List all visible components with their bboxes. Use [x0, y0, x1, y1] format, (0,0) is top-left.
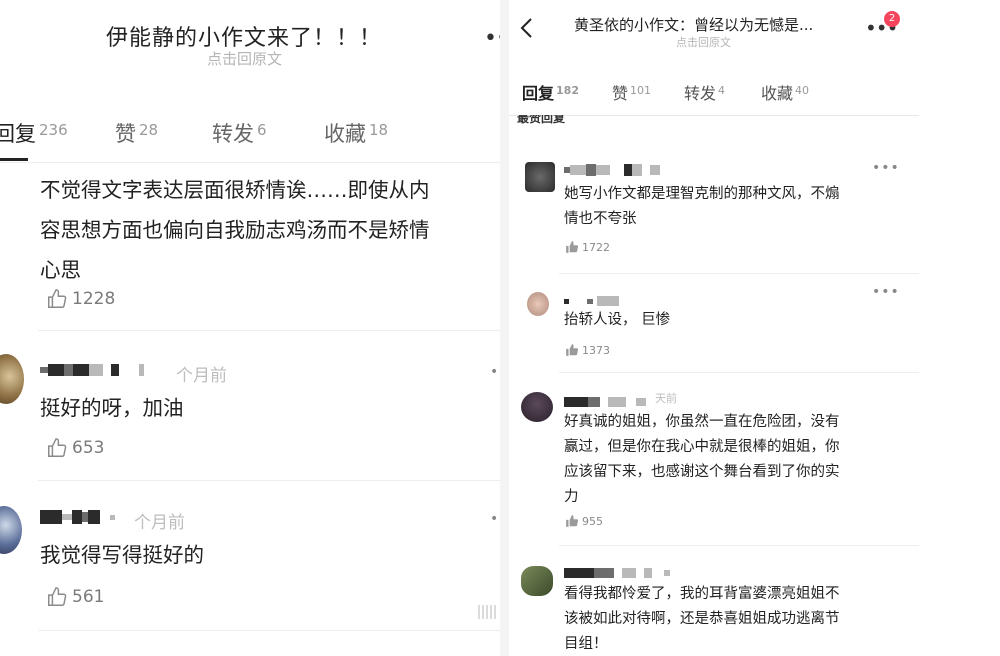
- tab-likes[interactable]: 赞 28: [115, 118, 158, 148]
- right-screenshot-panel: 黄圣依的小作文：曾经以为无憾是... 点击回原文 ••• 2 回复 182 赞 10…: [509, 0, 1000, 656]
- comment-text-line: 心思: [40, 258, 81, 282]
- tab-label: 收藏: [324, 122, 366, 146]
- divider: [559, 372, 919, 373]
- tab-favorites[interactable]: 收藏 18: [324, 118, 388, 148]
- divider: [38, 330, 500, 331]
- more-options-icon[interactable]: •••: [872, 284, 900, 300]
- avatar[interactable]: [521, 392, 553, 422]
- thumbs-up-icon: [566, 515, 579, 527]
- comment-text-line: 抬轿人设， 巨惨: [564, 312, 671, 328]
- like-button[interactable]: 653: [46, 437, 104, 459]
- comment-text-line: 她写小作文都是理智克制的那种文风，不煽: [564, 186, 840, 202]
- comment-time: 天前: [655, 392, 677, 405]
- tab-label: 转发: [212, 122, 254, 146]
- tab-count: 4: [718, 84, 726, 97]
- more-options-icon[interactable]: •••: [872, 160, 900, 176]
- like-count: 653: [72, 438, 105, 458]
- tab-count: 101: [630, 84, 652, 97]
- divider: [559, 545, 919, 546]
- comment-text-line: 力: [564, 489, 579, 505]
- tab-count: 182: [556, 84, 579, 97]
- avatar[interactable]: [0, 506, 22, 554]
- comment-text-line: 好真诚的姐姐，你虽然一直在危险团，没有: [564, 414, 840, 430]
- comment-time: 个月前: [134, 513, 185, 533]
- avatar[interactable]: [527, 292, 549, 316]
- notification-badge: 2: [884, 11, 900, 27]
- comment-text-line: 目组！: [564, 636, 608, 652]
- like-count: 955: [582, 514, 603, 528]
- thumbs-up-icon: [566, 241, 579, 253]
- watermark-logo: [478, 605, 498, 619]
- tab-replies[interactable]: 回复 182: [522, 80, 579, 104]
- tab-bar: 回复 236 赞 28 转发 6 收藏 18: [0, 112, 500, 162]
- tab-count: 236: [39, 121, 68, 139]
- like-count: 1228: [72, 289, 116, 309]
- page-title: 黄圣依的小作文：曾经以为无憾是...: [574, 16, 814, 34]
- like-button[interactable]: 561: [46, 586, 104, 608]
- tab-label: 回复: [0, 122, 36, 146]
- tab-reposts[interactable]: 转发 6: [212, 118, 267, 148]
- comment-text-line: 容思想方面也偏向自我励志鸡汤而不是矫情: [40, 218, 430, 242]
- tab-count: 18: [369, 121, 389, 139]
- divider: [559, 273, 919, 274]
- back-to-original-link[interactable]: 点击回原文: [207, 48, 282, 69]
- section-title: 最赞回复: [517, 115, 566, 125]
- more-options-icon[interactable]: •••: [484, 26, 500, 51]
- like-button[interactable]: 1373: [565, 343, 610, 357]
- username-mosaic: [40, 364, 144, 376]
- like-count: 1722: [582, 240, 610, 254]
- thumbs-up-icon: [48, 438, 67, 457]
- comment-text-line: 挺好的呀，加油: [40, 396, 184, 420]
- tab-favorites[interactable]: 收藏 40: [761, 80, 809, 104]
- divider: [38, 630, 500, 631]
- comment-text-line: 情也不夸张: [564, 211, 637, 227]
- tab-label: 赞: [115, 122, 136, 146]
- username-mosaic: [564, 397, 646, 407]
- panel-divider: [500, 0, 509, 656]
- tab-label: 回复: [522, 84, 555, 103]
- back-arrow-icon[interactable]: [519, 16, 535, 44]
- comment-text-line: 看得我都怜爱了，我的耳背富婆漂亮姐姐不: [564, 586, 840, 602]
- username-mosaic: [564, 568, 670, 578]
- comment-text-line: 应该留下来，也感谢这个舞台看到了你的实: [564, 464, 840, 480]
- avatar[interactable]: [521, 566, 553, 596]
- username-mosaic: [564, 296, 619, 306]
- thumbs-up-icon: [48, 587, 67, 606]
- more-dot-icon[interactable]: •: [490, 364, 498, 380]
- comment-text-line: 不觉得文字表达层面很矫情诶……即使从内: [40, 178, 430, 202]
- comment-text-line: 赢过，但是你在我心中就是很棒的姐姐，你: [564, 439, 840, 455]
- like-button[interactable]: 955: [565, 514, 603, 528]
- comment-time: 个月前: [176, 366, 227, 386]
- tab-label: 赞: [612, 84, 629, 103]
- username-mosaic: [40, 510, 115, 524]
- thumbs-up-icon: [48, 289, 67, 308]
- left-screenshot-panel: 伊能静的小作文来了！！！ 点击回原文 ••• 回复236 赞28 转发6 收藏1…: [0, 0, 500, 656]
- like-button[interactable]: 1722: [565, 240, 610, 254]
- avatar[interactable]: [525, 162, 555, 192]
- thumbs-up-icon: [566, 344, 579, 356]
- username-mosaic: [564, 164, 660, 176]
- like-button[interactable]: 1228: [46, 288, 115, 310]
- like-count: 561: [72, 587, 105, 607]
- comment-text-line: 该被如此对待啊，还是恭喜姐姐成功逃离节: [564, 611, 840, 627]
- back-to-original-link[interactable]: 点击回原文: [676, 34, 731, 50]
- comment-text-line: 我觉得写得挺好的: [40, 543, 204, 567]
- tab-count: 6: [257, 121, 267, 139]
- like-count: 1373: [582, 343, 610, 357]
- avatar[interactable]: [0, 354, 24, 404]
- tab-reposts[interactable]: 转发 4: [684, 80, 725, 104]
- divider: [0, 162, 500, 163]
- tab-label: 转发: [684, 84, 717, 103]
- tab-replies[interactable]: 回复 236: [0, 118, 68, 148]
- tab-count: 28: [139, 121, 159, 139]
- tab-label: 收藏: [761, 84, 794, 103]
- tab-likes[interactable]: 赞 101: [612, 80, 651, 104]
- divider: [38, 480, 500, 481]
- active-tab-indicator: [0, 158, 28, 161]
- divider: [509, 115, 919, 116]
- more-dot-icon[interactable]: •: [490, 511, 498, 527]
- tab-count: 40: [795, 84, 810, 97]
